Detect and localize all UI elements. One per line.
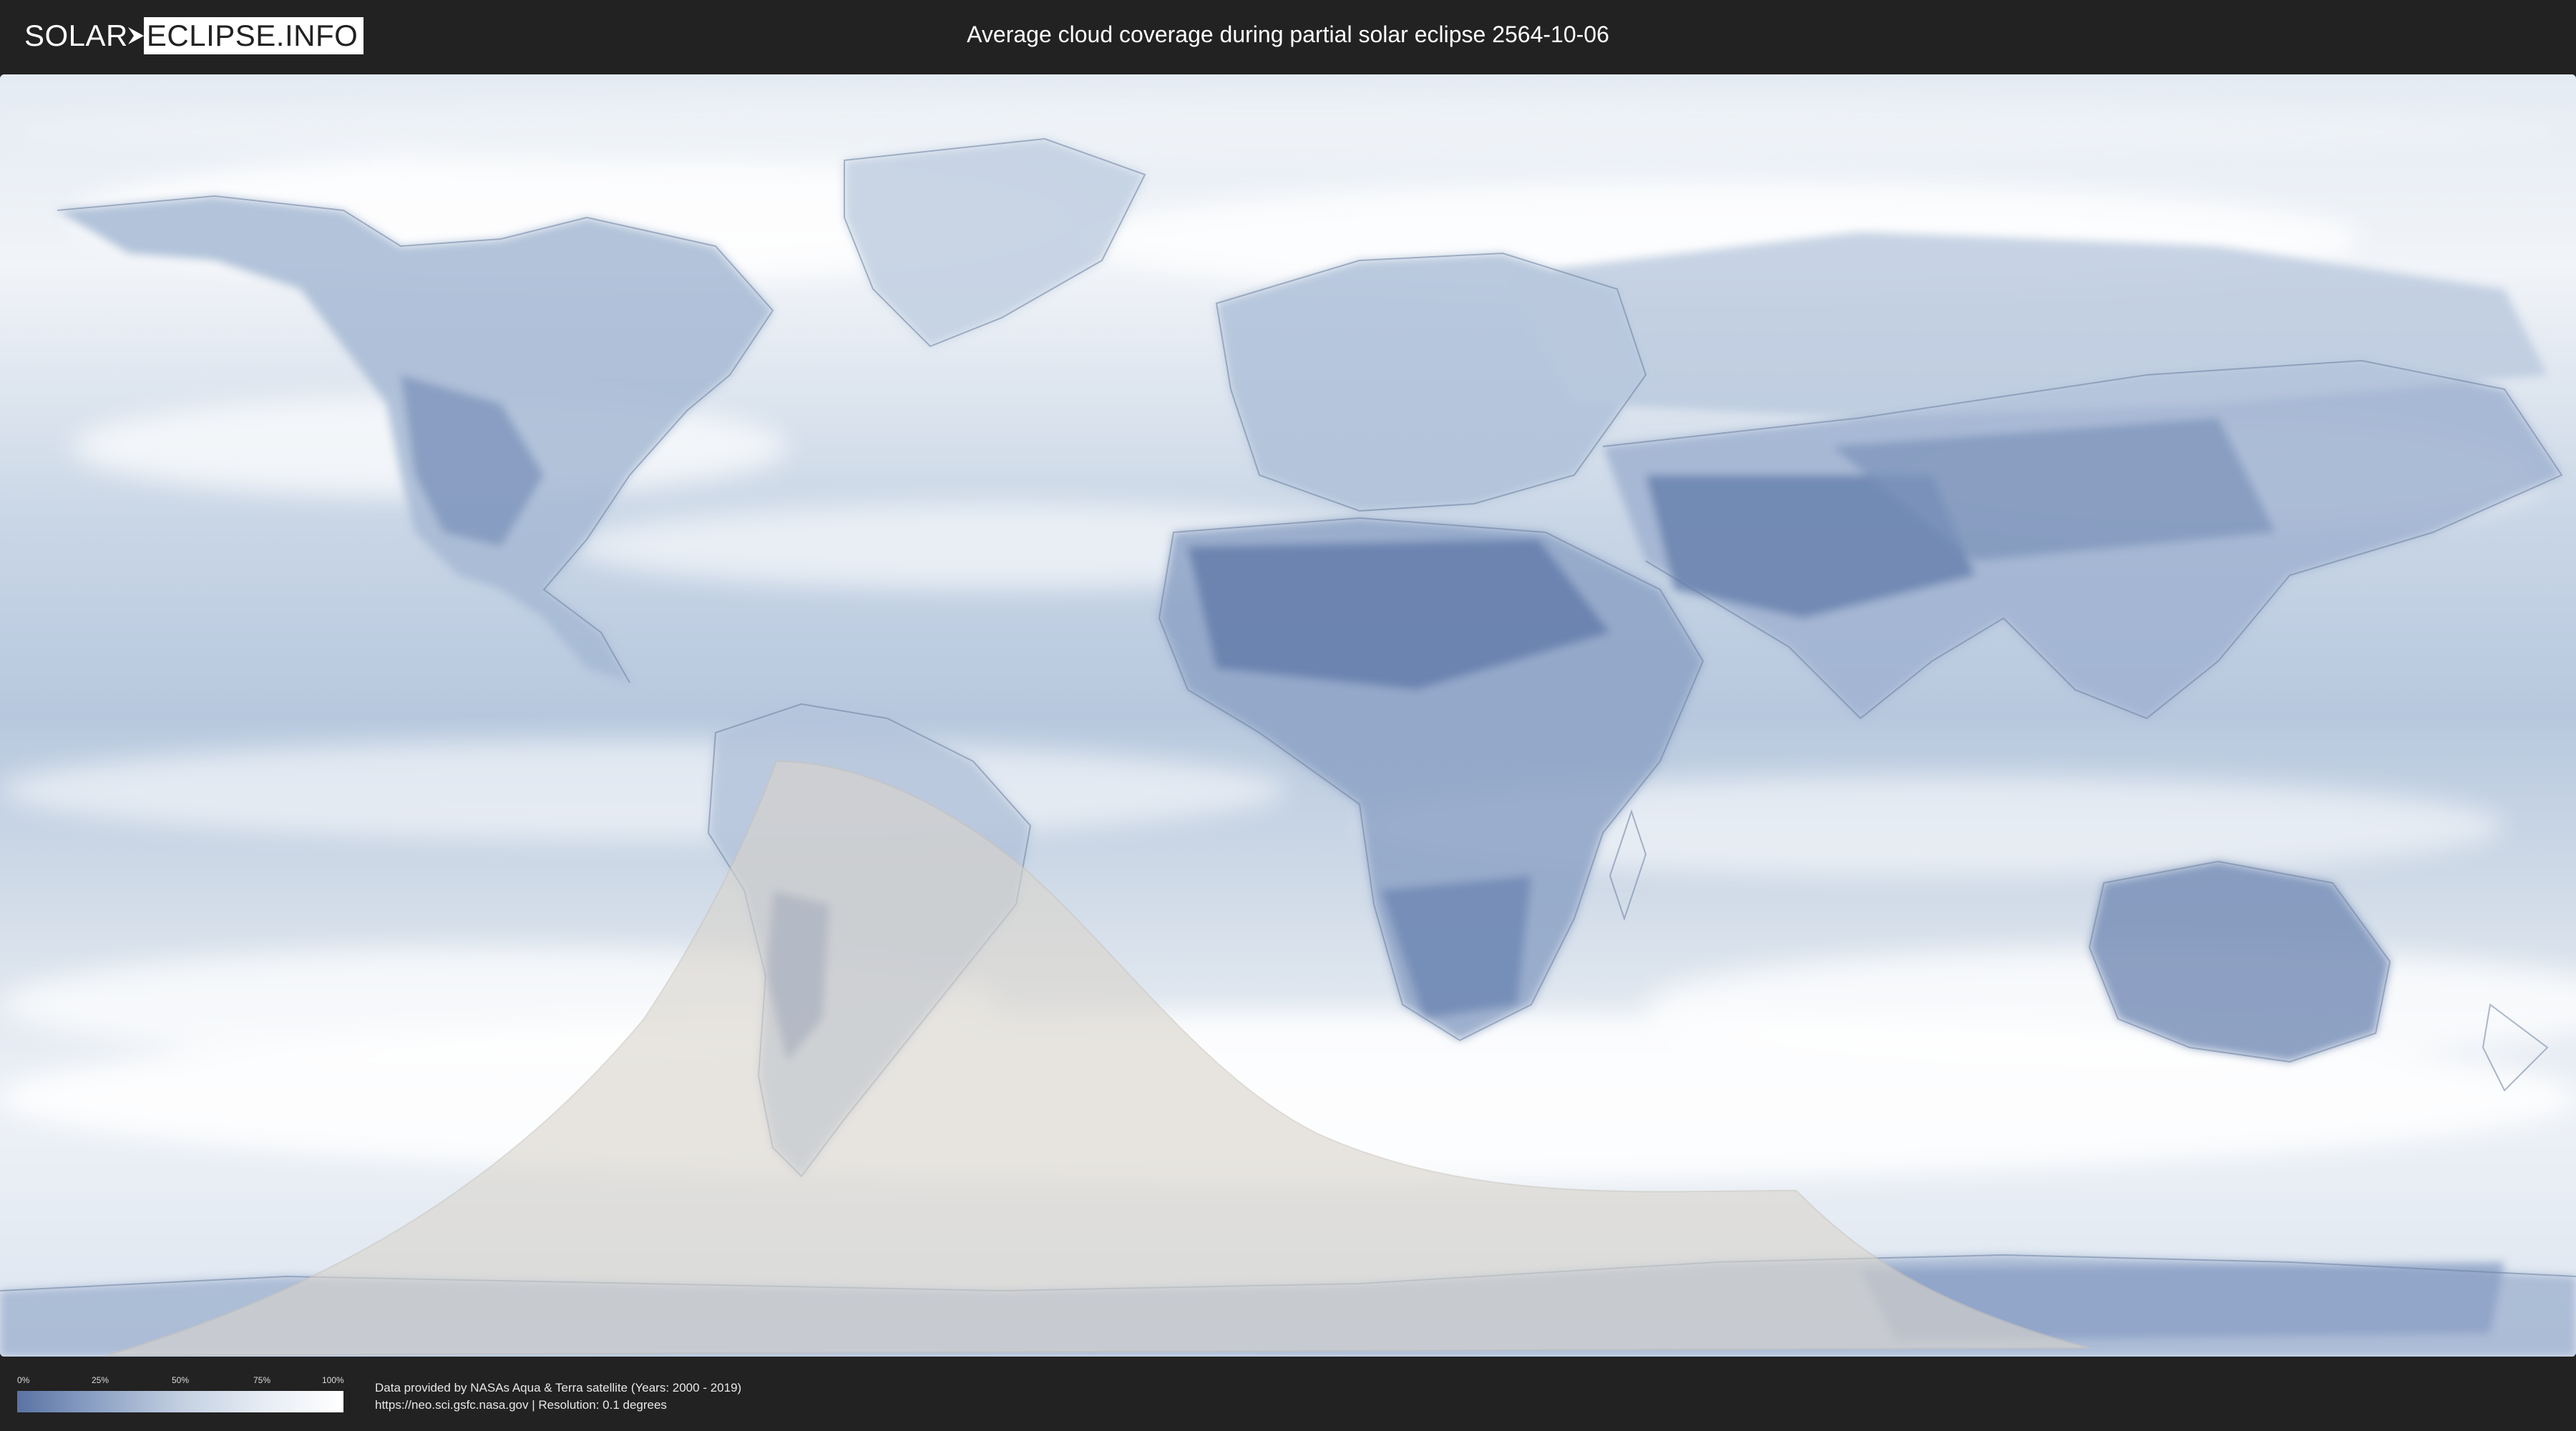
cloud-coverage-map[interactable] bbox=[0, 74, 2576, 1357]
footer: 0% 25% 50% 75% 100% Data provided by NAS… bbox=[0, 1359, 2576, 1431]
legend-tick-50: 50% bbox=[172, 1375, 190, 1385]
legend-tick-100: 100% bbox=[322, 1375, 344, 1385]
data-credit: Data provided by NASAs Aqua & Terra sate… bbox=[375, 1379, 741, 1414]
cloud-coverage-legend: 0% 25% 50% 75% 100% bbox=[17, 1375, 344, 1415]
page-title: Average cloud coverage during partial so… bbox=[967, 21, 1609, 47]
header: SOLAR ECLIPSE.INFO Average cloud coverag… bbox=[0, 0, 2576, 72]
legend-tick-75: 75% bbox=[253, 1375, 271, 1385]
credit-line-2: https://neo.sci.gsfc.nasa.gov | Resoluti… bbox=[375, 1398, 667, 1412]
legend-tick-0: 0% bbox=[17, 1375, 30, 1385]
credit-line-1: Data provided by NASAs Aqua & Terra sate… bbox=[375, 1381, 742, 1395]
page: SOLAR ECLIPSE.INFO Average cloud coverag… bbox=[0, 0, 2576, 1431]
world-map bbox=[0, 74, 2576, 1357]
legend-ticks: 0% 25% 50% 75% 100% bbox=[17, 1375, 344, 1387]
legend-tick-25: 25% bbox=[92, 1375, 109, 1385]
legend-color-bar bbox=[17, 1391, 343, 1412]
